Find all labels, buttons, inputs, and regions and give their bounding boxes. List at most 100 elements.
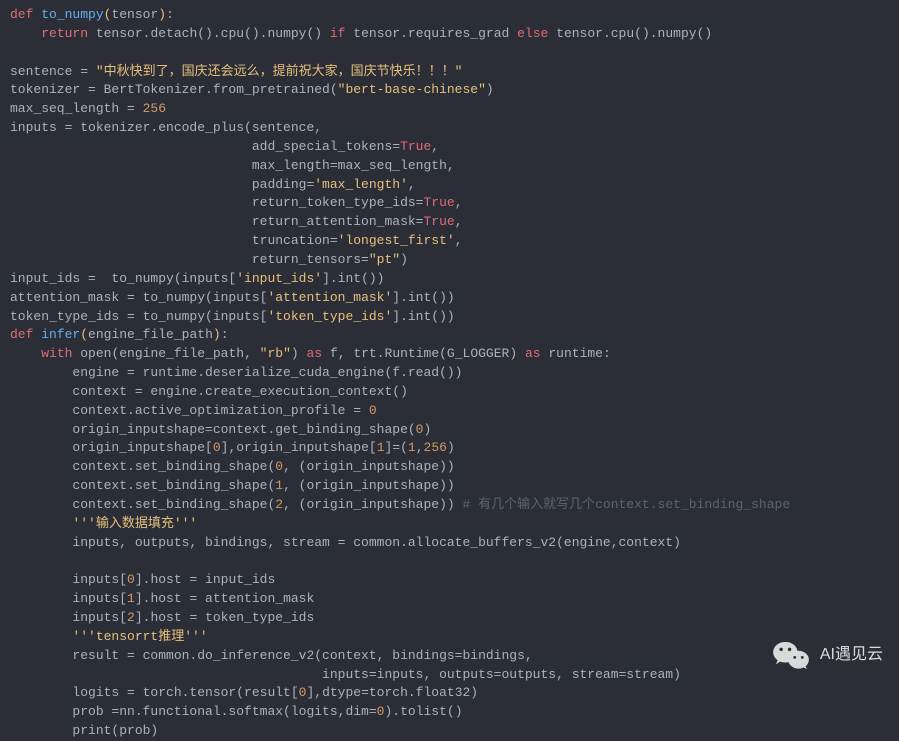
code-text: logits = torch.tensor(result[ bbox=[10, 685, 299, 700]
code-text: , bbox=[431, 139, 439, 154]
keyword-def: def bbox=[10, 327, 33, 342]
watermark-text: AI遇见云 bbox=[820, 643, 883, 666]
code-text: , bbox=[455, 195, 463, 210]
code-text: truncation= bbox=[10, 233, 338, 248]
code-text: attention_mask = to_numpy(inputs[ bbox=[10, 290, 267, 305]
code-text: ) bbox=[447, 440, 455, 455]
colon: : bbox=[166, 7, 174, 22]
code-text: input_ids = to_numpy(inputs[ bbox=[10, 271, 236, 286]
code-text: return_tensors= bbox=[10, 252, 369, 267]
code-text: , bbox=[416, 440, 424, 455]
code-text: , bbox=[408, 177, 416, 192]
string-literal: 'attention_mask' bbox=[267, 290, 392, 305]
parameter: tensor bbox=[111, 7, 158, 22]
code-text: padding= bbox=[10, 177, 314, 192]
paren-close: ) bbox=[213, 327, 221, 342]
string-literal: 'input_ids' bbox=[236, 271, 322, 286]
string-literal: 'token_type_ids' bbox=[267, 309, 392, 324]
number-literal: 1 bbox=[408, 440, 416, 455]
comment: # 有几个输入就写几个context.set_binding_shape bbox=[463, 497, 791, 512]
code-text: origin_inputshape[ bbox=[10, 440, 213, 455]
code-text: inputs[ bbox=[10, 610, 127, 625]
code-text: ].host = attention_mask bbox=[135, 591, 314, 606]
code-text: ],dtype=torch.float32) bbox=[306, 685, 478, 700]
code-text: ) bbox=[423, 422, 431, 437]
colon: : bbox=[221, 327, 229, 342]
paren-close: ) bbox=[158, 7, 166, 22]
paren-open: ( bbox=[80, 327, 88, 342]
code-text: inputs = tokenizer.encode_plus(sentence, bbox=[10, 120, 322, 135]
keyword-else: else bbox=[517, 26, 548, 41]
code-text: ].int()) bbox=[322, 271, 384, 286]
code-text: max_seq_length = bbox=[10, 101, 143, 116]
code-text: , bbox=[455, 233, 463, 248]
string-literal: 'longest_first' bbox=[338, 233, 455, 248]
number-literal: 0 bbox=[369, 403, 377, 418]
string-literal: "中秋快到了，国庆还会远么，提前祝大家，国庆节快乐！！！" bbox=[96, 64, 463, 79]
keyword-with: with bbox=[41, 346, 72, 361]
code-editor[interactable]: def to_numpy(tensor): return tensor.deta… bbox=[10, 6, 889, 741]
code-text: context.set_binding_shape( bbox=[10, 497, 275, 512]
code-text: tokenizer = BertTokenizer.from_pretraine… bbox=[10, 82, 338, 97]
code-text: , (origin_inputshape)) bbox=[283, 459, 455, 474]
code-text: ) bbox=[486, 82, 494, 97]
code-text: inputs[ bbox=[10, 591, 127, 606]
code-line: inputs, outputs, bindings, stream = comm… bbox=[10, 535, 681, 550]
code-text: ) bbox=[291, 346, 307, 361]
code-text: add_special_tokens= bbox=[10, 139, 400, 154]
code-text: ].int()) bbox=[392, 290, 454, 305]
code-text: ].host = input_ids bbox=[135, 572, 275, 587]
docstring: '''tensorrt推理''' bbox=[72, 629, 207, 644]
keyword-if: if bbox=[330, 26, 346, 41]
code-line: engine = runtime.deserialize_cuda_engine… bbox=[10, 365, 462, 380]
code-text: tensor.cpu().numpy() bbox=[548, 26, 712, 41]
parameter: engine_file_path bbox=[88, 327, 213, 342]
code-text: ).tolist() bbox=[384, 704, 462, 719]
string-literal: 'max_length' bbox=[314, 177, 408, 192]
keyword-return: return bbox=[41, 26, 88, 41]
code-text: ].host = token_type_ids bbox=[135, 610, 314, 625]
code-line: result = common.do_inference_v2(context,… bbox=[10, 648, 533, 663]
code-text: return_attention_mask= bbox=[10, 214, 423, 229]
code-text: ) bbox=[400, 252, 408, 267]
code-text: inputs[ bbox=[10, 572, 127, 587]
boolean-literal: True bbox=[423, 214, 454, 229]
code-text: open(engine_file_path, bbox=[72, 346, 259, 361]
string-literal: "rb" bbox=[260, 346, 291, 361]
code-text: , bbox=[455, 214, 463, 229]
code-text: runtime: bbox=[541, 346, 611, 361]
docstring: '''输入数据填充''' bbox=[72, 516, 197, 531]
number-literal: 0 bbox=[213, 440, 221, 455]
number-literal: 2 bbox=[275, 497, 283, 512]
number-literal: 0 bbox=[275, 459, 283, 474]
wechat-icon bbox=[772, 639, 810, 671]
code-text: return_token_type_ids= bbox=[10, 195, 423, 210]
boolean-literal: True bbox=[400, 139, 431, 154]
code-text: ].int()) bbox=[392, 309, 454, 324]
number-literal: 0 bbox=[127, 572, 135, 587]
boolean-literal: True bbox=[423, 195, 454, 210]
code-text: context.active_optimization_profile = bbox=[10, 403, 369, 418]
code-text: sentence = bbox=[10, 64, 96, 79]
code-text: f, trt.Runtime(G_LOGGER) bbox=[322, 346, 525, 361]
code-text: , (origin_inputshape)) bbox=[283, 478, 455, 493]
code-text: tensor.detach().cpu().numpy() bbox=[88, 26, 330, 41]
code-text: context.set_binding_shape( bbox=[10, 478, 275, 493]
keyword-def: def bbox=[10, 7, 33, 22]
code-text: tensor.requires_grad bbox=[345, 26, 517, 41]
code-line: inputs=inputs, outputs=outputs, stream=s… bbox=[10, 667, 681, 682]
keyword-as: as bbox=[307, 346, 323, 361]
code-text: token_type_ids = to_numpy(inputs[ bbox=[10, 309, 267, 324]
number-literal: 1 bbox=[127, 591, 135, 606]
number-literal: 1 bbox=[377, 440, 385, 455]
code-text: ],origin_inputshape[ bbox=[221, 440, 377, 455]
code-line: print(prob) bbox=[10, 723, 158, 738]
string-literal: "pt" bbox=[369, 252, 400, 267]
number-literal: 256 bbox=[143, 101, 166, 116]
function-name: infer bbox=[41, 327, 80, 342]
number-literal: 2 bbox=[127, 610, 135, 625]
code-text: ]=( bbox=[385, 440, 408, 455]
code-text: context.set_binding_shape( bbox=[10, 459, 275, 474]
code-text: origin_inputshape=context.get_binding_sh… bbox=[10, 422, 416, 437]
code-text: prob =nn.functional.softmax(logits,dim= bbox=[10, 704, 377, 719]
